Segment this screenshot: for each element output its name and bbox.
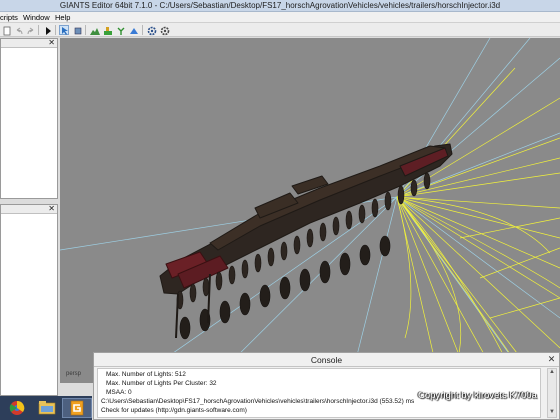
console-header: Console ✕ [94, 353, 559, 367]
taskbar-explorer-button[interactable] [32, 398, 62, 418]
foliage-icon[interactable] [115, 25, 125, 35]
undo-icon[interactable] [13, 25, 23, 35]
scroll-down-icon[interactable]: ▼ [548, 409, 556, 417]
console-line: Max. Number of Lights Per Cluster: 32 [106, 380, 217, 387]
toolbar-separator [55, 25, 56, 35]
toolbar-separator [142, 25, 143, 35]
window-title: GIANTS Editor 64bit 7.1.0 - C:/Users/Seb… [59, 1, 501, 10]
browser-icon [9, 400, 25, 415]
console-scrollbar[interactable]: ▲ ▼ [547, 368, 557, 418]
console-line: Max. Number of Lights: 512 [106, 371, 186, 378]
menu-window[interactable]: Window [23, 13, 50, 22]
console-line: MSAA: 0 [106, 389, 132, 396]
scroll-up-icon[interactable]: ▲ [548, 369, 556, 377]
copyright-watermark: Copyright by kirovets K700a [418, 390, 537, 401]
menu-scripts[interactable]: cripts [0, 13, 18, 22]
menu-help[interactable]: Help [55, 13, 70, 22]
close-icon[interactable]: ✕ [48, 38, 55, 47]
viewport-3d[interactable]: persp [60, 38, 560, 383]
console-panel: Console ✕ Max. Number of Lights: 512 Max… [93, 352, 560, 420]
scenegraph-panel: ✕ [0, 38, 58, 199]
taskbar [0, 396, 92, 420]
title-bar: GIANTS Editor 64bit 7.1.0 - C:/Users/Seb… [0, 0, 560, 12]
viewport-scene [60, 38, 560, 383]
move-icon[interactable] [72, 25, 82, 35]
paint-icon[interactable] [102, 25, 112, 35]
settings-icon[interactable] [146, 25, 157, 36]
close-icon[interactable]: ✕ [547, 355, 556, 364]
menu-bar: cripts Window Help [0, 12, 560, 23]
giants-editor-icon [70, 400, 84, 416]
toolbar [0, 23, 560, 37]
console-title: Console [310, 355, 343, 365]
folder-icon [38, 401, 56, 415]
play-icon[interactable] [42, 25, 52, 35]
scenegraph-panel-header: ✕ [1, 38, 57, 48]
attributes-panel-header: ✕ [1, 204, 57, 214]
toolbar-button-new[interactable] [1, 25, 11, 36]
toolbar-separator [85, 25, 86, 35]
light-rays-yellow [396, 67, 560, 383]
attributes-panel: ✕ [0, 204, 58, 396]
camera-label: persp [66, 371, 82, 377]
console-line: Check for updates (http://gdn.giants-sof… [101, 407, 247, 414]
console-line: C:\Users\Sebastian\Desktop\FS17_horschAg… [101, 398, 415, 405]
toolbar-separator [38, 25, 39, 35]
close-icon[interactable]: ✕ [48, 204, 55, 213]
redo-icon[interactable] [25, 25, 35, 35]
taskbar-giants-editor-button[interactable] [62, 398, 92, 418]
terrain-icon[interactable] [89, 25, 100, 35]
shader-icon[interactable] [128, 25, 138, 35]
taskbar-browser-button[interactable] [2, 398, 32, 418]
select-icon[interactable] [59, 25, 69, 35]
camera-settings-icon[interactable] [159, 25, 170, 36]
